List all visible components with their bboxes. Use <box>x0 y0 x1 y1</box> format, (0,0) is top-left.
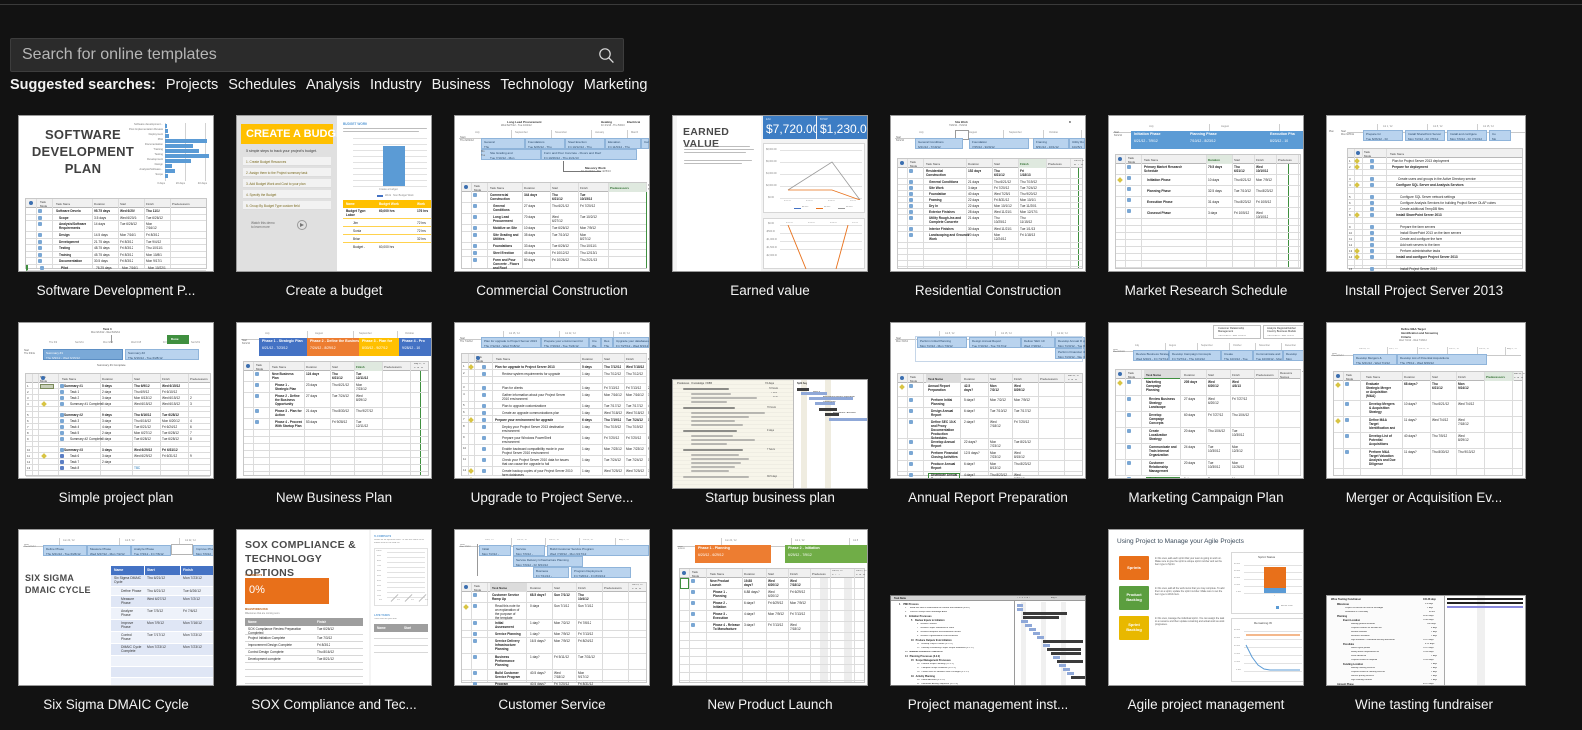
template-label: Startup business plan <box>705 490 835 505</box>
suggested-search-marketing[interactable]: Marketing <box>584 77 648 93</box>
thumb-title: CREATE A BUDGET <box>246 128 351 140</box>
template-label: Market Research Schedule <box>1124 283 1288 298</box>
suggested-searches: Suggested searches: Projects Schedules A… <box>10 76 657 94</box>
template-thumbnail[interactable]: Using Project to Manage your Agile Proje… <box>1108 529 1304 686</box>
template-thumbnail[interactable]: July August September October Start 6/21/… <box>236 322 432 479</box>
template-thumbnail[interactable]: Jul 1, '12 Jul 8, '12 Jul 15, '12 Start M… <box>1326 115 1526 272</box>
suggested-search-projects[interactable]: Projects <box>166 77 218 93</box>
template-thumbnail[interactable]: Customer Relationship Management Tue 10/3… <box>1108 322 1304 479</box>
template-thumbnail[interactable]: SOFTWARE DEVELOPMENT PLAN Software develop… <box>18 115 214 272</box>
template-label: Merger or Acquisition Ev... <box>1345 490 1503 505</box>
template-label: SOX Compliance and Tec... <box>251 697 417 712</box>
search-area <box>10 38 624 72</box>
template-label: Upgrade to Project Serve... <box>470 490 634 505</box>
suggested-search-analysis[interactable]: Analysis <box>306 77 360 93</box>
template-label: Software Development P... <box>36 283 196 298</box>
template-label: Commercial Construction <box>476 283 628 298</box>
template-thumbnail[interactable]: EARNED VALUE EAC $7,720.00 BCWP $1,230.0… <box>672 115 868 272</box>
suggested-search-schedules[interactable]: Schedules <box>228 77 296 93</box>
search-icon <box>598 47 614 63</box>
thumb-title: SIX SIGMA DMAIC CYCLE <box>25 573 91 595</box>
template-thumbnail[interactable]: Jun 24, '12 Jul 1, '12 Jul 8 Start 6/20/1… <box>672 529 868 686</box>
search-input[interactable] <box>11 39 623 71</box>
template-thumbnail[interactable]: Site Work 7/20/12 - 7/24/12 D July Augus… <box>890 115 1086 272</box>
template-label: New Business Plan <box>275 490 393 505</box>
template-thumbnail[interactable]: Jul 8, '12 Jul 15, '12 Jul 22, '12 Start… <box>890 322 1086 479</box>
templates-browser: Suggested searches: Projects Schedules A… <box>0 0 1582 730</box>
template-thumbnail[interactable]: Task 3 Mon 6/13/12 - Wed 6/15/12 Thu 6/9… <box>18 322 214 479</box>
template-label: Marketing Campaign Plan <box>1128 490 1284 505</box>
suggested-search-industry[interactable]: Industry <box>370 77 422 93</box>
template-thumbnail[interactable]: Long Lead Procurement Wed 6/27/12 - Tue … <box>454 115 650 272</box>
template-label: Annual Report Preparation <box>908 490 1068 505</box>
template-label: Project management inst... <box>907 697 1069 712</box>
template-thumbnail[interactable]: Predecess Knowledge / WBS 72 days 72 hou… <box>672 379 868 489</box>
template-label: Simple project plan <box>58 490 174 505</box>
suggested-search-business[interactable]: Business <box>432 77 491 93</box>
template-label: Create a budget <box>285 283 383 298</box>
template-thumbnail[interactable]: Define M&A Target Identification and Scre… <box>1326 322 1526 479</box>
thumb-title: SOX COMPLIANCE & TECHNOLOGY OPTIONS <box>245 539 356 579</box>
template-label: Customer Service <box>498 697 606 712</box>
template-thumbnail[interactable]: Jun 24, '12 Jul 8, '12 Jul 22, '12 Start… <box>18 529 214 686</box>
template-thumbnail[interactable]: Wine Tasting Fundraiser 100.38 days Mile… <box>1326 595 1526 686</box>
template-thumbnail[interactable]: Jul 8, '12 Jul 15, '12 Jul 22, '12 Jul 2… <box>454 529 650 686</box>
template-label: Six Sigma DMAIC Cycle <box>43 697 189 712</box>
template-label: Residential Construction <box>914 283 1062 298</box>
template-label: Install Project Server 2013 <box>1344 283 1504 298</box>
template-thumbnail[interactable]: Task Name T F S S M T Aug 20 1 PMI Proce… <box>890 595 1086 686</box>
top-divider <box>0 4 1582 5</box>
template-thumbnail[interactable]: Jul 15, '12 Jul 22, '12 Jul 29, '12 Star… <box>454 322 650 479</box>
thumb-title: Using Project to Manage your Agile Proje… <box>1117 538 1244 545</box>
template-label: Wine tasting fundraiser <box>1354 697 1494 712</box>
search-button[interactable] <box>591 41 621 69</box>
template-label: New Product Launch <box>707 697 833 712</box>
template-label: Earned value <box>730 283 810 298</box>
template-label: Agile project management <box>1127 697 1285 712</box>
suggested-searches-label: Suggested searches: <box>10 77 156 93</box>
template-thumbnail[interactable]: SOX COMPLIANCE & TECHNOLOGY OPTIONS % COM… <box>236 529 432 686</box>
suggested-search-technology[interactable]: Technology <box>500 77 573 93</box>
template-thumbnail[interactable]: CREATE A BUDGET 5 simple steps to track … <box>236 115 432 272</box>
search-box[interactable] <box>10 38 624 72</box>
template-thumbnail[interactable]: July August Start 6/21/12 Initiation Phas… <box>1108 115 1304 272</box>
